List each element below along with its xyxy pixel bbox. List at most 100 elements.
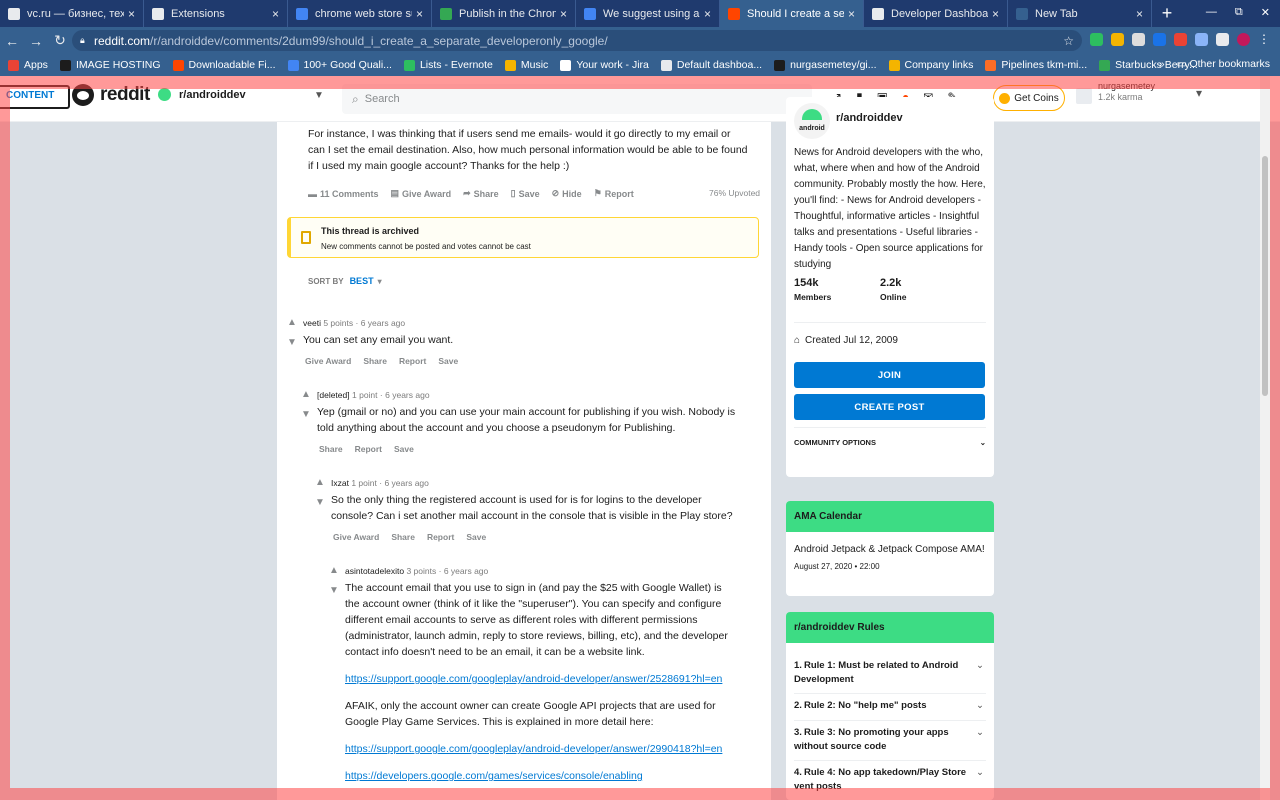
upvote-icon[interactable]: ▲ — [315, 477, 325, 488]
hide-button[interactable]: ⊘ Hide — [552, 188, 582, 199]
close-icon[interactable]: × — [1136, 7, 1143, 21]
bookmark-item[interactable]: IMAGE HOSTING — [59, 59, 161, 71]
comment-author[interactable]: Ixzat — [331, 478, 349, 488]
browser-tab[interactable]: We suggest using a new a... × — [576, 0, 720, 27]
upvote-icon[interactable]: ▲ — [301, 389, 311, 400]
rule-item[interactable]: 4. Rule 4: No app takedown/Play Store ven… — [794, 766, 986, 794]
downvote-icon[interactable]: ▼ — [287, 337, 297, 348]
bookmark-item[interactable]: Downloadable Fi... — [172, 59, 276, 71]
report-button[interactable]: Report — [399, 356, 426, 366]
bookmark-item[interactable]: Apps — [8, 59, 48, 71]
evernote-extension-icon[interactable] — [1090, 33, 1103, 46]
upvote-icon[interactable]: ▲ — [287, 317, 297, 328]
report-button[interactable]: Report — [427, 532, 454, 542]
comment-author[interactable]: veeti — [303, 318, 321, 328]
support-link[interactable]: https://support.google.com/googleplay/an… — [345, 671, 735, 687]
back-icon[interactable]: ← — [0, 33, 24, 49]
comments-button[interactable]: ▬ 11 Comments — [308, 188, 379, 199]
browser-tab[interactable]: chrome web store submi... × — [288, 0, 432, 27]
bookmark-item[interactable]: Company links — [888, 59, 973, 71]
reddit-logo[interactable]: reddit — [72, 84, 150, 106]
browser-tab[interactable]: Developer Dashboard × — [864, 0, 1008, 27]
close-icon[interactable]: × — [848, 7, 855, 21]
bookmark-item[interactable]: 100+ Good Quali... — [287, 59, 392, 71]
close-icon[interactable]: × — [128, 7, 135, 21]
save-button[interactable]: ▯ Save — [511, 188, 540, 199]
user-menu[interactable]: nurgasemetey 1.2k karma ▾ — [1076, 80, 1202, 104]
comment-author[interactable]: asintotadelexito — [345, 566, 404, 576]
upvote-icon[interactable]: ▲ — [329, 565, 339, 576]
edit-extension-icon[interactable] — [1132, 33, 1145, 46]
comment-paragraph: The account email that you use to sign i… — [345, 582, 728, 658]
bookmark-item[interactable]: Default dashboa... — [660, 59, 762, 71]
browser-tab[interactable]: Should I create a separate... × — [720, 0, 864, 27]
bookmark-item[interactable]: nurgasemetey/gi... — [774, 59, 877, 71]
search-input[interactable]: ⌕ Search — [342, 84, 812, 114]
other-bookmarks-folder[interactable]: ▭ Other bookmarks — [1177, 58, 1270, 70]
browser-tab[interactable]: vc.ru — бизнес, техноло... × — [0, 0, 144, 27]
sort-selector[interactable]: SORT BY BEST ▾ — [308, 276, 382, 286]
search-placeholder: Search — [364, 93, 400, 105]
rule-item[interactable]: 1. Rule 1: Must be related to Android Dev… — [794, 659, 986, 687]
report-button[interactable]: Report — [355, 444, 382, 454]
blue-extension-icon[interactable] — [1153, 33, 1166, 46]
page-scrollbar[interactable] — [1260, 76, 1270, 800]
bookmark-item[interactable]: Pipelines tkm-mi... — [985, 59, 1087, 71]
downvote-icon[interactable]: ▼ — [315, 497, 325, 508]
bookmark-item[interactable]: Your work - Jira — [560, 59, 649, 71]
close-icon[interactable]: × — [992, 7, 999, 21]
share-button[interactable]: Share — [363, 356, 387, 366]
share-button[interactable]: Share — [319, 444, 343, 454]
downvote-icon[interactable]: ▼ — [301, 409, 311, 420]
puzzle-icon[interactable] — [1216, 33, 1229, 46]
support-link[interactable]: https://support.google.com/googleplay/an… — [345, 741, 735, 757]
bookmark-item[interactable]: Lists - Evernote — [403, 59, 493, 71]
url-field[interactable]: 🔒︎ reddit.com/r/androiddev/comments/2dum… — [72, 30, 1082, 51]
scrollbar-thumb[interactable] — [1262, 156, 1268, 396]
community-options-toggle[interactable]: COMMUNITY OPTIONS ⌄ — [794, 438, 986, 447]
gift-icon: ▤ — [390, 188, 400, 198]
browser-tab[interactable]: New Tab × — [1008, 0, 1152, 27]
ama-event[interactable]: Android Jetpack & Jetpack Compose AMA! — [794, 544, 985, 555]
star-extension-icon[interactable] — [1111, 33, 1124, 46]
skip-to-content-button[interactable]: CONTENT — [0, 85, 71, 109]
gear-extension-icon[interactable] — [1195, 33, 1208, 46]
browser-tab[interactable]: Publish in the Chrome We... × — [432, 0, 576, 27]
join-button[interactable]: JOIN — [794, 362, 985, 388]
share-button[interactable]: ➦ Share — [463, 188, 499, 199]
new-tab-button[interactable]: + — [1152, 0, 1182, 27]
close-icon[interactable]: × — [560, 7, 567, 21]
downvote-icon[interactable]: ▼ — [329, 585, 339, 596]
give-award-button[interactable]: ▤ Give Award — [391, 188, 452, 199]
give-award-button[interactable]: Give Award — [333, 532, 379, 542]
create-post-button[interactable]: CREATE POST — [794, 394, 985, 420]
developers-link[interactable]: https://developers.google.com/games/serv… — [345, 768, 735, 784]
save-button[interactable]: Save — [438, 356, 458, 366]
forward-icon[interactable]: → — [24, 33, 48, 49]
profile-avatar-icon[interactable] — [1237, 33, 1250, 46]
report-button[interactable]: ⚑ Report — [594, 188, 634, 199]
get-coins-button[interactable]: Get Coins — [993, 85, 1065, 111]
bookmark-star-icon[interactable]: ☆ — [1063, 34, 1074, 48]
red-extension-icon[interactable] — [1174, 33, 1187, 46]
menu-dots-icon[interactable]: ⋮ — [1258, 33, 1270, 46]
browser-tab[interactable]: Extensions × — [144, 0, 288, 27]
comment-author[interactable]: [deleted] — [317, 390, 350, 400]
close-window-icon[interactable]: ✕ — [1261, 6, 1270, 19]
reload-icon[interactable]: ↻ — [48, 32, 72, 49]
save-button[interactable]: Save — [394, 444, 414, 454]
close-icon[interactable]: × — [416, 7, 423, 21]
community-name[interactable]: r/androiddev — [836, 112, 903, 124]
subreddit-selector[interactable]: r/androiddev ▼ — [158, 88, 324, 101]
bookmark-item[interactable]: Music — [504, 59, 548, 71]
close-icon[interactable]: × — [704, 7, 711, 21]
more-bookmarks-button[interactable]: » — [1159, 58, 1165, 70]
rule-item[interactable]: 2. Rule 2: No "help me" posts ⌄ — [794, 699, 986, 713]
maximize-icon[interactable]: ⧉ — [1235, 6, 1243, 19]
close-icon[interactable]: × — [272, 7, 279, 21]
save-button[interactable]: Save — [466, 532, 486, 542]
give-award-button[interactable]: Give Award — [305, 356, 351, 366]
share-button[interactable]: Share — [391, 532, 415, 542]
minimize-icon[interactable]: — — [1206, 6, 1217, 19]
rule-item[interactable]: 3. Rule 3: No promoting your apps without… — [794, 726, 986, 754]
